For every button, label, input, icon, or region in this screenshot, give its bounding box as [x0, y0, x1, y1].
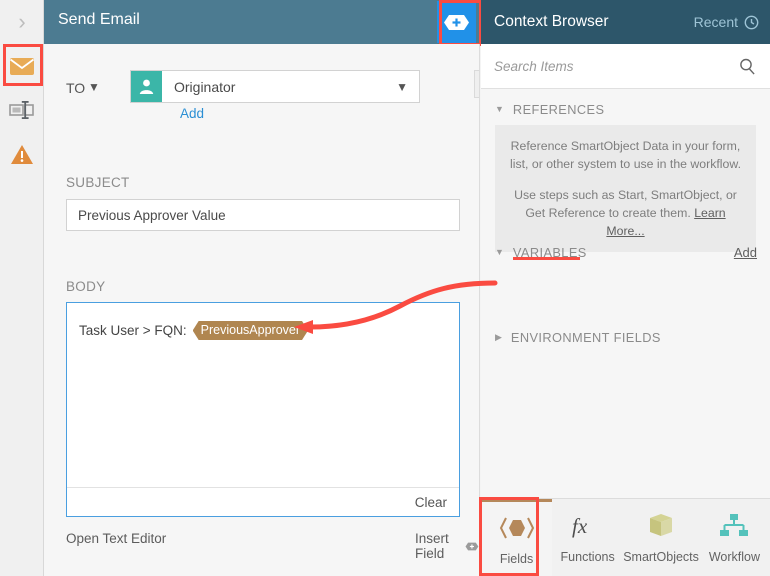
- section-header-variables[interactable]: ▼ VARIABLES Add: [481, 238, 770, 266]
- tab-fields[interactable]: Fields: [481, 499, 553, 576]
- cube-glyph: [650, 514, 673, 536]
- caret-right-icon: ▶: [495, 331, 502, 342]
- svg-text:fx: fx: [572, 514, 588, 538]
- org-chart-glyph: [720, 514, 749, 536]
- envelope-icon: [9, 57, 35, 75]
- workflow-email-designer: › Send Email TO ▼ Originator ▼ Add SUBJE…: [0, 0, 770, 576]
- fx-glyph: fx: [572, 514, 588, 538]
- recent-button[interactable]: Recent: [694, 14, 759, 30]
- body-label: BODY: [66, 279, 106, 294]
- person-icon: [131, 71, 162, 102]
- recipient-field[interactable]: Originator ▼: [130, 70, 420, 103]
- body-static-text: Task User > FQN:: [79, 323, 187, 338]
- context-browser-tabs: Fields fx Functions SmartObjects Workflo…: [481, 498, 770, 576]
- clock-icon: [744, 15, 759, 29]
- chevron-right-icon[interactable]: ›: [0, 0, 44, 44]
- section-header-references[interactable]: ▼ REFERENCES: [481, 95, 770, 123]
- context-browser-header: Context Browser Recent: [481, 0, 770, 44]
- section-label-environment-fields: ENVIRONMENT FIELDS: [510, 329, 661, 345]
- sidebar-item-field-step[interactable]: [0, 88, 44, 132]
- tab-label-workflow: Workflow: [708, 550, 761, 564]
- insert-field-label: Insert Field: [415, 531, 449, 561]
- fx-icon: fx: [571, 511, 605, 541]
- step-header: Send Email: [44, 0, 480, 44]
- hexagon-plus-icon: [444, 14, 469, 30]
- tab-functions[interactable]: fx Functions: [552, 499, 623, 576]
- search-input[interactable]: [481, 58, 725, 74]
- tab-label-fields: Fields: [499, 551, 534, 566]
- insert-field-button[interactable]: Insert Field: [415, 531, 479, 561]
- person-glyph: [139, 79, 154, 94]
- open-text-editor-link[interactable]: Open Text Editor: [66, 531, 166, 546]
- context-browser-panel: Context Browser Recent ▼ REFERENCES: [481, 0, 770, 576]
- hexagon-brackets-icon: [498, 513, 536, 543]
- caret-down-icon: ▼: [495, 104, 504, 114]
- section-label-references: REFERENCES: [512, 101, 605, 117]
- tab-workflow[interactable]: Workflow: [699, 499, 770, 576]
- body-field-token[interactable]: PreviousApprover: [193, 321, 308, 340]
- recent-label: Recent: [693, 14, 738, 30]
- add-variable-link[interactable]: Add: [734, 245, 757, 260]
- chevron-down-icon[interactable]: ▼: [396, 80, 419, 94]
- references-note-line-2: Use steps such as Start, SmartObject, or…: [509, 186, 742, 240]
- page-title: Send Email: [58, 11, 140, 28]
- chevron-down-icon[interactable]: ▼: [88, 80, 100, 94]
- body-content: Task User > FQN: PreviousApprover: [79, 321, 449, 340]
- left-step-rail: ›: [0, 0, 44, 576]
- body-editor-footer: Clear: [67, 487, 459, 516]
- sidebar-item-email-step[interactable]: [0, 44, 44, 88]
- context-browser-toggle-button[interactable]: [437, 1, 476, 43]
- tab-smartobjects[interactable]: SmartObjects: [623, 499, 699, 576]
- hexagon-brackets-glyph: [499, 517, 534, 538]
- references-empty-note: Reference SmartObject Data in your form,…: [495, 125, 756, 252]
- tab-label-smartobjects: SmartObjects: [623, 550, 699, 564]
- warning-triangle-icon: [11, 144, 33, 164]
- hexagon-plus-icon: [465, 542, 479, 550]
- search-bar: [481, 44, 770, 89]
- sidebar-item-warning[interactable]: [0, 132, 44, 176]
- tab-label-functions: Functions: [560, 550, 615, 564]
- email-step-form: TO ▼ Originator ▼ Add SUBJECT BODY Ta: [44, 44, 480, 576]
- org-chart-icon: [719, 511, 749, 541]
- clear-body-link[interactable]: Clear: [415, 495, 447, 510]
- edit-recipient-button[interactable]: [474, 70, 479, 98]
- section-header-environment-fields[interactable]: ▶ ENVIRONMENT FIELDS: [481, 323, 770, 351]
- context-browser-title: Context Browser: [494, 13, 609, 30]
- text-field-icon: [9, 101, 34, 119]
- to-label: TO: [66, 80, 86, 96]
- references-note-line-1: Reference SmartObject Data in your form,…: [510, 139, 741, 171]
- recipient-value: Originator: [174, 78, 236, 95]
- cube-icon: [647, 511, 675, 541]
- magnifier-glyph: [740, 58, 755, 75]
- body-editor[interactable]: Task User > FQN: PreviousApprover Clear: [66, 302, 460, 517]
- search-icon[interactable]: [725, 58, 770, 75]
- subject-input[interactable]: [66, 199, 460, 231]
- subject-label: SUBJECT: [66, 175, 130, 190]
- caret-down-icon: ▼: [495, 247, 504, 257]
- add-recipient-link[interactable]: Add: [180, 106, 204, 121]
- annotation-underline-variables: [513, 257, 580, 260]
